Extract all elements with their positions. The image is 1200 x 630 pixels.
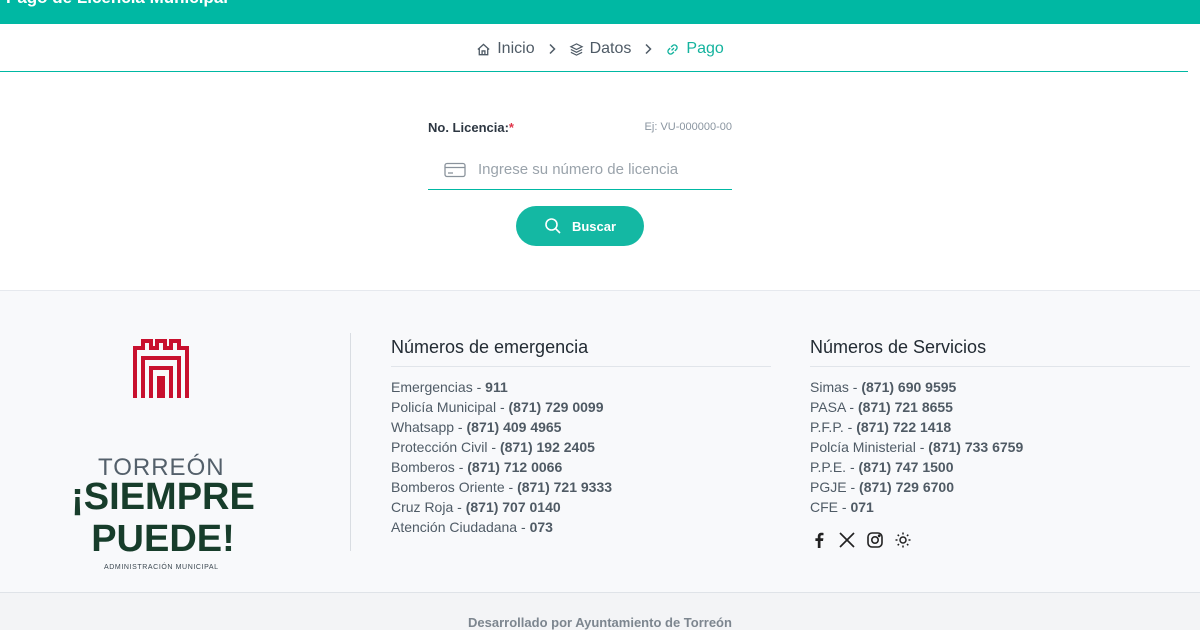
phone-list-item: Bomberos - (871) 712 0066 (391, 459, 563, 475)
emergency-numbers-title: Números de emergencia (391, 337, 771, 367)
footer-credit-bar: Desarrollado por Ayuntamiento de Torreón (0, 592, 1200, 630)
emergency-numbers-column: Números de emergencia Emergencias - 911 P… (391, 337, 771, 537)
phone-list-item: Policía Municipal - (871) 729 0099 (391, 399, 604, 415)
home-icon (477, 42, 490, 55)
license-input-wrapper (428, 150, 732, 190)
link-icon (667, 43, 679, 55)
logo-slogan-line2: PUEDE! (91, 518, 235, 560)
phone-entry-number[interactable]: 073 (530, 519, 553, 535)
breadcrumb-label-datos: Datos (589, 40, 632, 57)
chevron-right-icon (643, 43, 653, 55)
phone-list-item: Whatsapp - (871) 409 4965 (391, 419, 562, 435)
sun-icon[interactable] (894, 531, 912, 549)
license-label-text: No. Licencia: (428, 119, 509, 135)
phone-entry-number[interactable]: (871) 192 2405 (500, 439, 595, 455)
phone-entry-number[interactable]: (871) 721 9333 (517, 479, 612, 495)
layers-icon (569, 42, 584, 56)
logo-subtitle: ADMINISTRACIÓN MUNICIPAL (104, 564, 219, 571)
license-search-form: No. Licencia:* Ej: VU-000000-00 (428, 118, 732, 190)
footer-vertical-divider (350, 333, 351, 551)
instagram-icon[interactable] (866, 531, 884, 549)
x-icon[interactable] (838, 531, 856, 549)
phone-list-item: CFE - 071 (810, 499, 874, 515)
phone-list-item: Emergencias - 911 (391, 379, 508, 395)
license-format-hint: Ej: VU-000000-00 (644, 121, 732, 133)
phone-entry-number[interactable]: 911 (485, 379, 508, 395)
phone-list-item: PGJE - (871) 729 6700 (810, 479, 954, 495)
phone-list-item: Protección Civil - (871) 192 2405 (391, 439, 595, 455)
service-numbers-title: Números de Servicios (810, 337, 1190, 367)
breadcrumb-divider (0, 71, 1188, 72)
phone-list-item: Bomberos Oriente - (871) 721 9333 (391, 479, 613, 495)
phone-list-item: Atención Ciudadana - 073 (391, 519, 553, 535)
torreon-logo: TORREÓN ¡SIEMPRE PUEDE! ADMINISTRACIÓN M… (58, 336, 268, 571)
phone-list-item: PASA - (871) 721 8655 (810, 399, 953, 415)
castle-emblem-icon (133, 339, 189, 398)
phone-list-item: Polcía Ministerial - (871) 733 6759 (810, 439, 1024, 455)
field-label-row: No. Licencia:* Ej: VU-000000-00 (428, 118, 732, 136)
phone-entry-name: Protección Civil (391, 439, 488, 455)
phone-entry-name: Bomberos (391, 459, 455, 475)
phone-entry-number[interactable]: (871) 747 1500 (859, 459, 954, 475)
service-numbers-column: Números de Servicios Simas - (871) 690 9… (810, 337, 1190, 549)
phone-entry-number[interactable]: (871) 729 0099 (509, 399, 604, 415)
breadcrumb-label-pago: Pago (686, 40, 724, 57)
credit-card-icon (444, 162, 466, 177)
phone-entry-number[interactable]: 071 (850, 499, 873, 515)
breadcrumb-label-inicio: Inicio (497, 40, 535, 57)
phone-entry-name: Emergencias (391, 379, 473, 395)
breadcrumb-item-inicio[interactable]: Inicio (476, 40, 535, 58)
phone-entry-name: PASA (810, 399, 846, 415)
phone-entry-name: P.F.P. (810, 419, 844, 435)
phone-list-item: Simas - (871) 690 9595 (810, 379, 957, 395)
service-numbers-list: Simas - (871) 690 9595 PASA - (871) 721 8… (810, 377, 1190, 517)
phone-entry-name: Polcía Ministerial (810, 439, 916, 455)
phone-entry-name: Policía Municipal (391, 399, 497, 415)
logo-slogan-line1: ¡SIEMPRE (71, 476, 255, 518)
phone-list-item: P.F.P. - (871) 722 1418 (810, 419, 952, 435)
site-footer: TORREÓN ¡SIEMPRE PUEDE! ADMINISTRACIÓN M… (0, 290, 1200, 630)
emergency-numbers-list: Emergencias - 911 Policía Municipal - (87… (391, 377, 771, 537)
phone-entry-name: Bomberos Oriente (391, 479, 505, 495)
phone-entry-name: Atención Ciudadana (391, 519, 518, 535)
phone-entry-name: Whatsapp (391, 419, 455, 435)
phone-entry-number[interactable]: (871) 690 9595 (861, 379, 956, 395)
phone-entry-name: P.P.E. (810, 459, 847, 475)
phone-entry-number[interactable]: (871) 409 4965 (467, 419, 562, 435)
phone-entry-number[interactable]: (871) 721 8655 (858, 399, 953, 415)
logo-slogan: ¡SIEMPRE PUEDE! (58, 476, 268, 560)
page-header-title: Pago de Licencia Municipal (6, 0, 228, 8)
top-header-bar: Pago de Licencia Municipal (0, 0, 1200, 24)
phone-entry-name: PGJE (810, 479, 847, 495)
phone-entry-number[interactable]: (871) 733 6759 (928, 439, 1023, 455)
breadcrumb: Inicio Datos Pago (0, 36, 1200, 62)
facebook-icon[interactable] (810, 531, 828, 549)
license-label: No. Licencia:* (428, 120, 514, 135)
phone-entry-number[interactable]: (871) 722 1418 (856, 419, 951, 435)
search-icon (545, 218, 561, 234)
chevron-right-icon (547, 43, 557, 55)
breadcrumb-item-datos[interactable]: Datos (569, 40, 632, 58)
phone-entry-number[interactable]: (871) 707 0140 (466, 499, 561, 515)
search-button-label: Buscar (571, 218, 617, 234)
phone-entry-number[interactable]: (871) 729 6700 (859, 479, 954, 495)
phone-list-item: P.P.E. - (871) 747 1500 (810, 459, 954, 475)
license-number-input[interactable] (478, 161, 718, 178)
search-button[interactable]: Buscar (516, 206, 644, 246)
social-links (810, 531, 1190, 549)
phone-entry-name: Cruz Roja (391, 499, 454, 515)
breadcrumb-item-pago[interactable]: Pago (665, 40, 724, 58)
phone-entry-name: CFE (810, 499, 838, 515)
phone-list-item: Cruz Roja - (871) 707 0140 (391, 499, 561, 515)
phone-entry-number[interactable]: (871) 712 0066 (467, 459, 562, 475)
footer-credit-text: Desarrollado por Ayuntamiento de Torreón (468, 615, 732, 630)
required-mark: * (508, 119, 514, 135)
phone-entry-name: Simas (810, 379, 849, 395)
